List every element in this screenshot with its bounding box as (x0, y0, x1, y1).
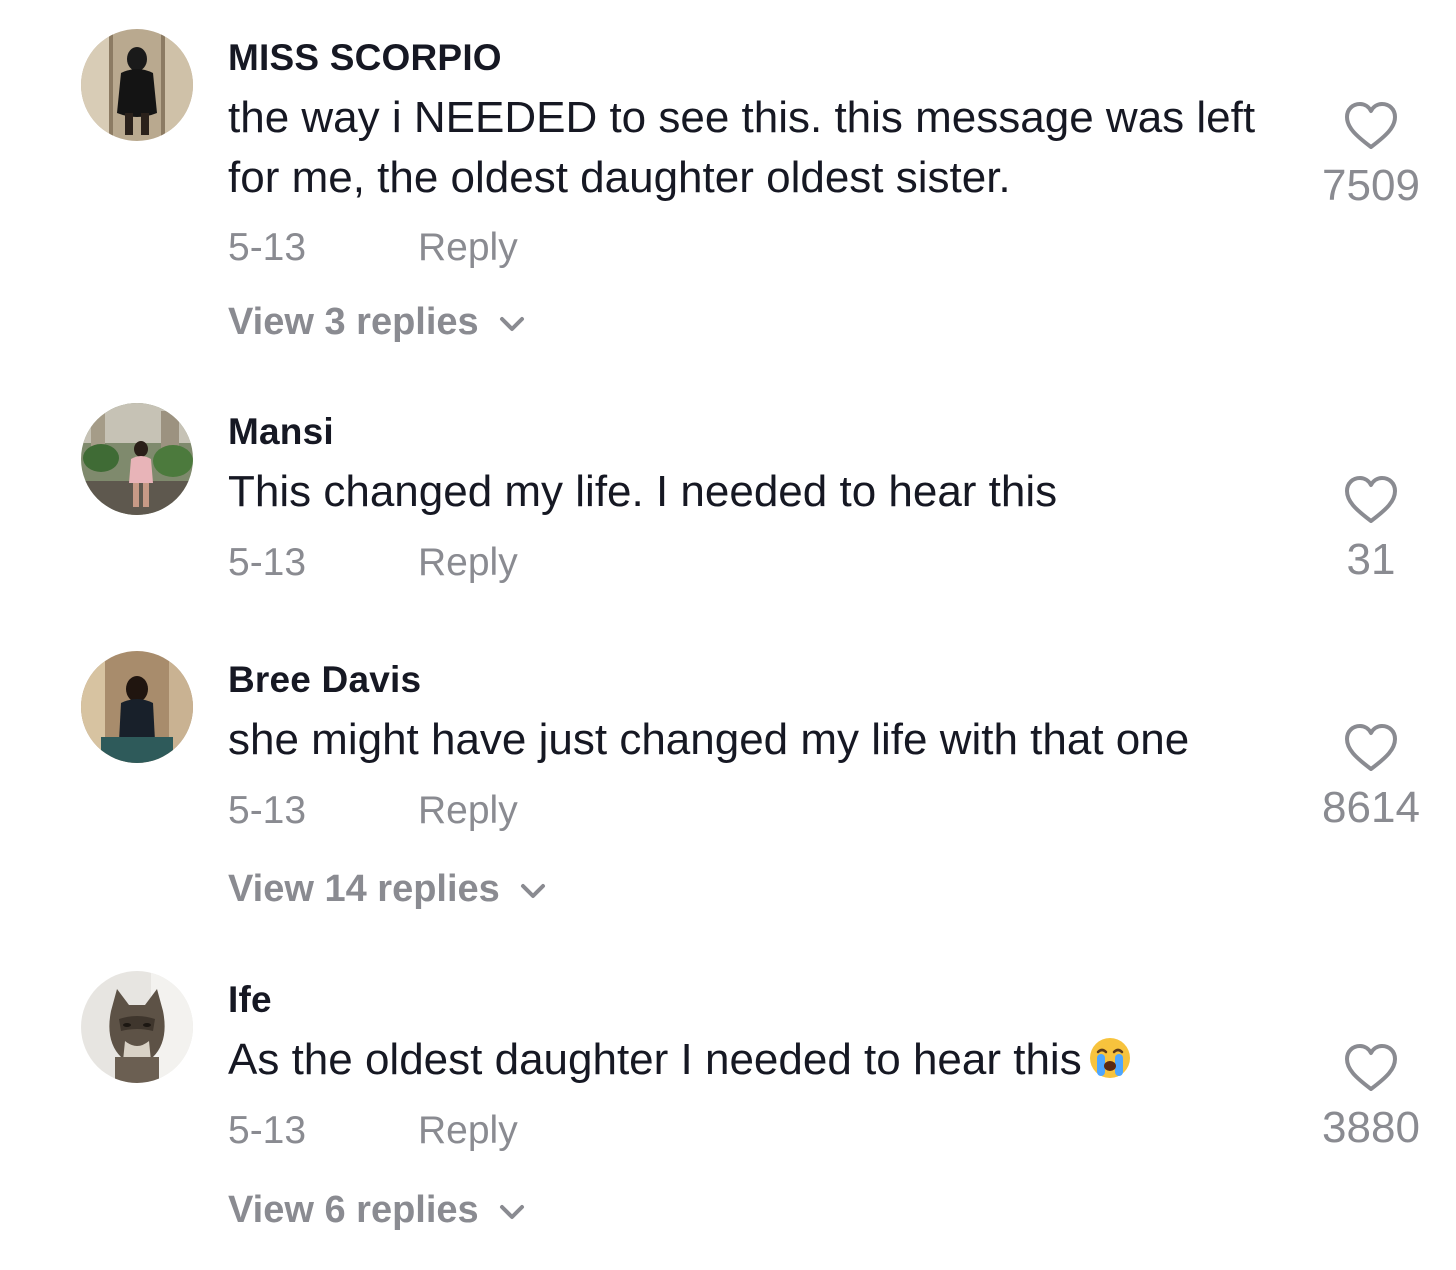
avatar[interactable] (81, 971, 193, 1083)
reply-button[interactable]: Reply (418, 1108, 518, 1154)
comment-meta: 5-13 Reply (228, 1108, 518, 1154)
heart-outline-icon[interactable] (1343, 1042, 1399, 1094)
loudly-crying-face-emoji (1089, 1038, 1130, 1078)
like-count: 3880 (1322, 1103, 1420, 1152)
avatar-image (81, 971, 193, 1083)
comment-date: 5-13 (228, 1109, 307, 1152)
comment-text: As the oldest daughter I needed to hear … (228, 1030, 1288, 1090)
view-replies-button[interactable]: View 6 replies (228, 1187, 527, 1233)
comment-text-body: As the oldest daughter I needed to hear … (228, 1035, 1082, 1084)
like-group: 3880 (1306, 1042, 1436, 1154)
view-replies-label: View 6 replies (228, 1189, 479, 1231)
comment-item: Ife As the oldest daughter I needed to h… (0, 0, 1456, 1270)
chevron-down-icon (499, 1204, 524, 1219)
comment-username[interactable]: Ife (228, 978, 272, 1022)
